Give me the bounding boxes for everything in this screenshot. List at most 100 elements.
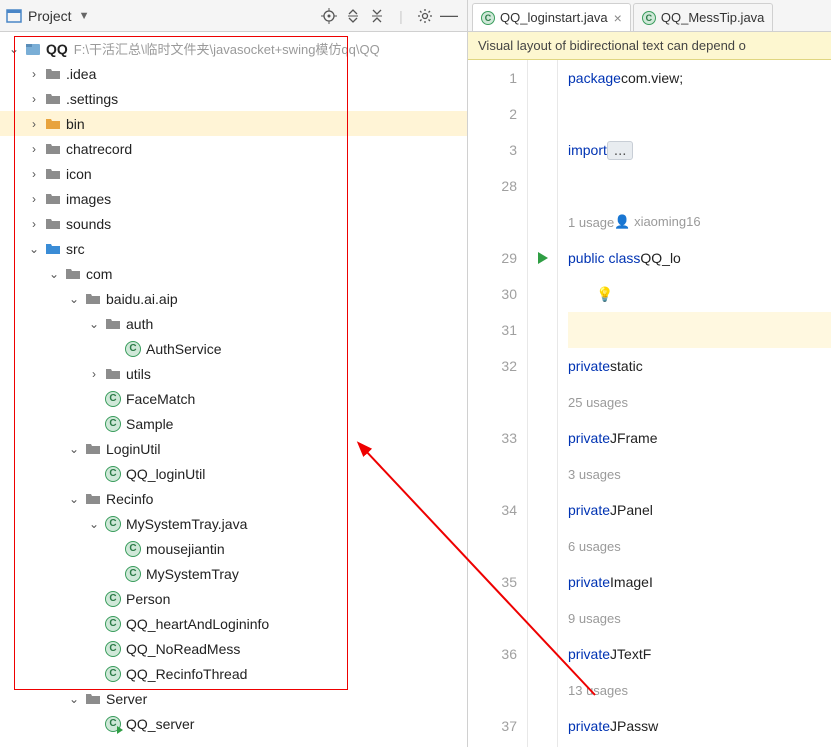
tree-item-qqheartandlogininfo[interactable]: ·CQQ_heartAndLogininfo xyxy=(0,611,467,636)
fold-region[interactable]: ... xyxy=(607,141,634,160)
folder-icon xyxy=(44,65,62,83)
chevron-down-icon[interactable]: ⌄ xyxy=(86,317,102,331)
tree-item-baiduaiaip[interactable]: ⌄baidu.ai.aip xyxy=(0,286,467,311)
chevron-down-icon[interactable]: ⌄ xyxy=(26,242,42,256)
keyword: import xyxy=(568,142,607,158)
code-line[interactable]: 25 usages xyxy=(568,384,831,420)
code-line[interactable]: private JPassw xyxy=(568,708,831,744)
code-line[interactable]: private JPanel xyxy=(568,492,831,528)
tree-item-authservice[interactable]: ·CAuthService xyxy=(0,336,467,361)
tree-item-mysystemtray[interactable]: ·CMySystemTray xyxy=(0,561,467,586)
code-line[interactable]: 6 usages xyxy=(568,528,831,564)
editor-tab[interactable]: CQQ_loginstart.java× xyxy=(472,3,631,31)
lightbulb-icon[interactable]: 💡 xyxy=(596,286,613,303)
run-icon[interactable] xyxy=(538,252,548,264)
code-line[interactable]: 💡 xyxy=(568,276,831,312)
code-line[interactable]: 1 usage👤 xiaoming16 xyxy=(568,204,831,240)
author-hint[interactable]: 👤 xiaoming16 xyxy=(614,214,700,230)
chevron-down-icon[interactable]: ⌄ xyxy=(66,442,82,456)
tree-item-loginutil[interactable]: ⌄LoginUtil xyxy=(0,436,467,461)
class-icon: C xyxy=(104,715,122,733)
chevron-right-icon[interactable]: › xyxy=(26,167,42,181)
dropdown-icon[interactable]: ▼ xyxy=(79,10,90,22)
tree-item-mysystemtrayjava[interactable]: ⌄CMySystemTray.java xyxy=(0,511,467,536)
usage-hint[interactable]: 13 usages xyxy=(568,683,628,698)
tree-item-sounds[interactable]: ›sounds xyxy=(0,211,467,236)
usage-hint[interactable]: 1 usage xyxy=(568,215,614,230)
chevron-down-icon[interactable]: ⌄ xyxy=(6,42,22,56)
tree-item-images[interactable]: ›images xyxy=(0,186,467,211)
tree-item-qqrecinfothread[interactable]: ·CQQ_RecinfoThread xyxy=(0,661,467,686)
tree-item-recinfo[interactable]: ⌄Recinfo xyxy=(0,486,467,511)
tree-item-facematch[interactable]: ·CFaceMatch xyxy=(0,386,467,411)
collapse-all-icon[interactable] xyxy=(365,4,389,28)
code-line[interactable]: 3 usages xyxy=(568,456,831,492)
keyword: private xyxy=(568,646,610,662)
tree-item-auth[interactable]: ⌄auth xyxy=(0,311,467,336)
chevron-right-icon[interactable]: › xyxy=(26,92,42,106)
gutter-cell xyxy=(528,492,557,528)
code-line[interactable]: 13 usages xyxy=(568,672,831,708)
chevron-down-icon[interactable]: ⌄ xyxy=(86,517,102,531)
tree-item-settings[interactable]: ›.settings xyxy=(0,86,467,111)
usage-hint[interactable]: 3 usages xyxy=(568,467,621,482)
chevron-down-icon[interactable]: ⌄ xyxy=(66,292,82,306)
code-line[interactable]: private ImageI xyxy=(568,564,831,600)
editor-tabs: CQQ_loginstart.java×CQQ_MessTip.java xyxy=(468,0,831,32)
chevron-right-icon[interactable]: › xyxy=(26,142,42,156)
usage-hint[interactable]: 25 usages xyxy=(568,395,628,410)
tree-item-icon[interactable]: ›icon xyxy=(0,161,467,186)
gear-icon[interactable] xyxy=(413,4,437,28)
locate-icon[interactable] xyxy=(317,4,341,28)
chevron-right-icon[interactable]: › xyxy=(26,117,42,131)
chevron-down-icon[interactable]: ⌄ xyxy=(46,267,62,281)
tree-item-qq[interactable]: ⌄QQF:\干活汇总\临时文件夹\javasocket+swing模仿qq\QQ xyxy=(0,36,467,61)
project-title[interactable]: Project xyxy=(28,8,72,24)
tree-item-com[interactable]: ⌄com xyxy=(0,261,467,286)
chevron-down-icon[interactable]: ⌄ xyxy=(66,692,82,706)
code-line[interactable] xyxy=(568,96,831,132)
tree-item-server[interactable]: ⌄Server xyxy=(0,686,467,711)
code-line[interactable]: 9 usages xyxy=(568,600,831,636)
chevron-right-icon[interactable]: › xyxy=(26,192,42,206)
keyword: private xyxy=(568,574,610,590)
tree-item-qqnoreadmess[interactable]: ·CQQ_NoReadMess xyxy=(0,636,467,661)
tree-item-qqserver[interactable]: ·CQQ_server xyxy=(0,711,467,736)
code-line[interactable]: private JTextF xyxy=(568,636,831,672)
divider: | xyxy=(389,4,413,28)
chevron-right-icon[interactable]: › xyxy=(26,67,42,81)
editor-tab[interactable]: CQQ_MessTip.java xyxy=(633,3,774,31)
code-line[interactable]: private static xyxy=(568,348,831,384)
tree-item-sample[interactable]: ·CSample xyxy=(0,411,467,436)
line-number: 36 xyxy=(468,636,517,672)
code-line[interactable]: private JFrame xyxy=(568,420,831,456)
code-line[interactable] xyxy=(568,168,831,204)
hide-icon[interactable]: — xyxy=(437,4,461,28)
keyword: public class xyxy=(568,250,640,266)
code-line[interactable]: package com.view; xyxy=(568,60,831,96)
code-line[interactable] xyxy=(568,312,831,348)
tree-item-person[interactable]: ·CPerson xyxy=(0,586,467,611)
tree-item-label: AuthService xyxy=(146,341,221,357)
tree-item-mousejiantin[interactable]: ·Cmousejiantin xyxy=(0,536,467,561)
chevron-right-icon[interactable]: › xyxy=(26,217,42,231)
tree-item-utils[interactable]: ›utils xyxy=(0,361,467,386)
tree-item-idea[interactable]: ›.idea xyxy=(0,61,467,86)
tree-item-src[interactable]: ⌄src xyxy=(0,236,467,261)
code-line[interactable]: import ... xyxy=(568,132,831,168)
code-text: static xyxy=(610,358,643,374)
code-text: JTextF xyxy=(610,646,651,662)
tree-item-qqloginutil[interactable]: ·CQQ_loginUtil xyxy=(0,461,467,486)
tree-item-bin[interactable]: ›bin xyxy=(0,111,467,136)
close-icon[interactable]: × xyxy=(614,10,622,26)
usage-hint[interactable]: 9 usages xyxy=(568,611,621,626)
expand-all-icon[interactable] xyxy=(341,4,365,28)
usage-hint[interactable]: 6 usages xyxy=(568,539,621,554)
chevron-right-icon[interactable]: › xyxy=(86,367,102,381)
project-tree[interactable]: ⌄QQF:\干活汇总\临时文件夹\javasocket+swing模仿qq\QQ… xyxy=(0,32,467,747)
tree-item-chatrecord[interactable]: ›chatrecord xyxy=(0,136,467,161)
code-editor[interactable]: 12328293031323334353637 package com.view… xyxy=(468,60,831,747)
chevron-down-icon[interactable]: ⌄ xyxy=(66,492,82,506)
code-line[interactable]: public class QQ_lo xyxy=(568,240,831,276)
warning-banner[interactable]: Visual layout of bidirectional text can … xyxy=(468,32,831,60)
